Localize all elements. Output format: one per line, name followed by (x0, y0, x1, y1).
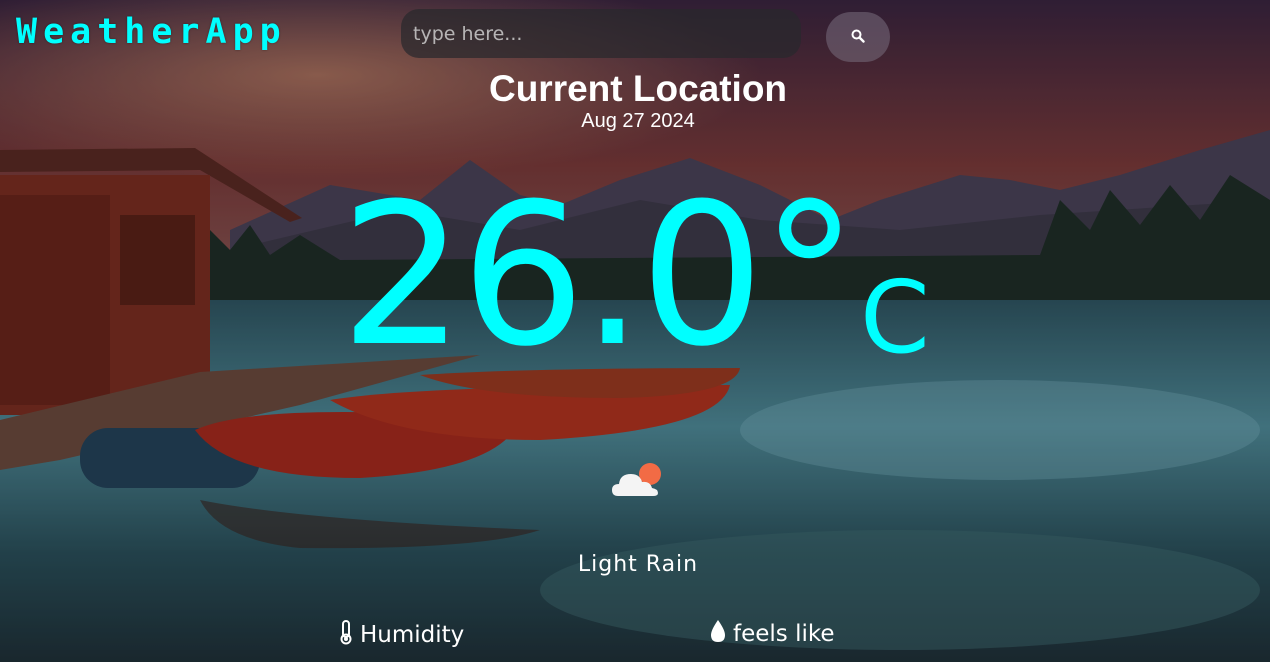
temperature-unit: C (860, 259, 930, 376)
app-logo-title: WeatherApp (16, 12, 287, 52)
droplet-icon (709, 619, 727, 649)
search-icon (851, 28, 865, 47)
search-bar[interactable] (401, 9, 801, 58)
current-date: Aug 27 2024 (581, 110, 695, 132)
humidity-metric: Humidity (338, 619, 464, 651)
thermometer-icon (338, 619, 354, 651)
feels-like-label: feels like (733, 621, 835, 647)
search-button[interactable] (826, 12, 890, 62)
cloud-sun-icon (610, 460, 666, 502)
search-input[interactable] (411, 21, 791, 46)
location-name: Current Location (488, 68, 788, 109)
feels-like-metric: feels like (709, 619, 835, 649)
weather-condition: Light Rain (577, 552, 699, 577)
humidity-label: Humidity (360, 622, 465, 648)
temperature-value: 26.0° (340, 162, 858, 390)
